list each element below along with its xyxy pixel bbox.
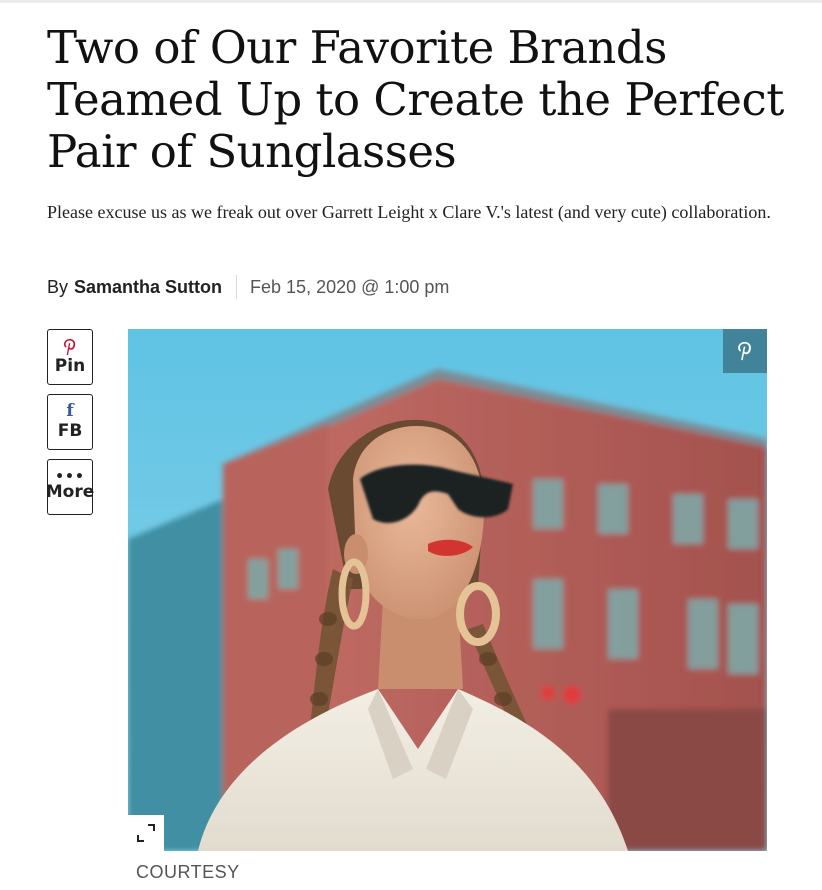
pinterest-icon (738, 341, 751, 361)
pinterest-share-label: Pin (54, 356, 86, 376)
image-pin-button[interactable] (723, 329, 767, 373)
pinterest-share-button[interactable]: Pin (47, 329, 93, 385)
facebook-share-button[interactable]: f FB (47, 394, 93, 450)
byline: By Samantha Sutton Feb 15, 2020 @ 1:00 p… (47, 274, 449, 300)
more-share-label: More (45, 482, 95, 502)
publish-date: Feb 15, 2020 @ 1:00 pm (250, 276, 450, 297)
top-divider (0, 0, 822, 3)
pinterest-icon (63, 338, 77, 356)
share-bar: Pin f FB ••• More (45, 329, 95, 524)
facebook-share-label: FB (57, 421, 83, 441)
image-credit: COURTESY (136, 862, 240, 882)
more-dots-icon: ••• (55, 469, 85, 485)
expand-icon (137, 824, 155, 842)
byline-prefix: By (47, 276, 69, 297)
article-dek: Please excuse us as we freak out over Ga… (47, 202, 771, 222)
hero-image[interactable] (128, 329, 767, 851)
more-share-button[interactable]: ••• More (45, 459, 95, 515)
author-link[interactable]: Samantha Sutton (74, 277, 222, 298)
expand-image-button[interactable] (128, 815, 164, 851)
hero-photo (128, 329, 767, 851)
byline-separator (236, 275, 238, 299)
article-headline: Two of Our Favorite Brands Teamed Up to … (47, 21, 784, 178)
facebook-icon: f (66, 401, 74, 421)
